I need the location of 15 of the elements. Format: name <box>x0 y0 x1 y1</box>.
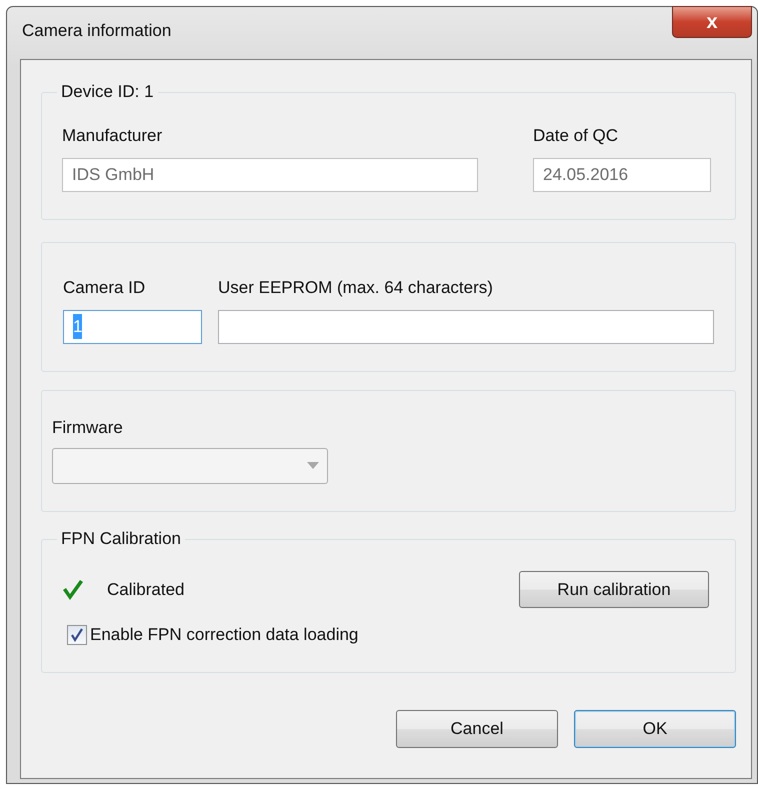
window-title: Camera information <box>21 20 172 42</box>
checkbox[interactable] <box>67 624 87 645</box>
field-label: Camera ID <box>63 277 146 299</box>
dialog-button[interactable]: OK <box>574 710 736 748</box>
dropdown-arrow-icon <box>307 462 319 469</box>
field-label: User EEPROM (max. 64 characters) <box>218 277 493 299</box>
field-label: Manufacturer <box>62 125 162 147</box>
checkbox-label[interactable]: Enable FPN correction data loading <box>90 622 358 648</box>
field-label: Date of QC <box>533 125 618 147</box>
dialog-button[interactable]: Cancel <box>396 710 558 748</box>
calibration-status: Calibrated <box>107 578 184 601</box>
close-button[interactable]: x <box>672 6 752 38</box>
text-field[interactable] <box>218 310 714 344</box>
firmware-label: Firmware <box>52 417 123 439</box>
run-calibration-button[interactable]: Run calibration <box>519 571 709 608</box>
